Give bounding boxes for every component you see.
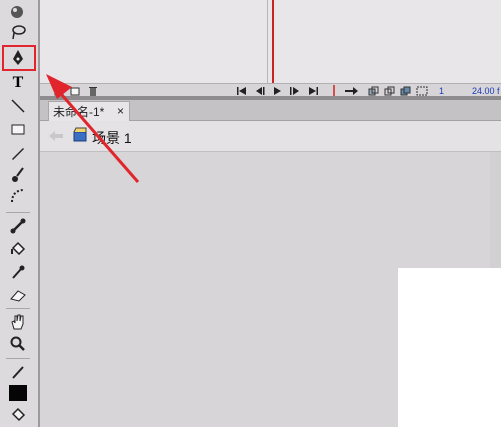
brush-icon[interactable] [7, 165, 29, 185]
deco-icon[interactable] [7, 186, 29, 206]
pen-tool-highlight [2, 45, 36, 71]
eraser-icon[interactable] [7, 285, 29, 305]
fill-color-icon[interactable] [7, 383, 29, 403]
document-tab-title: 未命名-1* [53, 105, 105, 119]
edit-bar: 场景 1 [40, 121, 501, 152]
hand-icon[interactable] [7, 312, 29, 332]
tools-panel: T [0, 0, 40, 427]
zoom-icon[interactable] [7, 334, 29, 354]
playhead[interactable] [272, 0, 274, 84]
bone-icon[interactable] [7, 216, 29, 236]
scene-label[interactable]: 场景 1 [92, 128, 132, 148]
eyedropper-icon[interactable] [7, 262, 29, 282]
rectangle-icon[interactable] [7, 119, 29, 139]
pencil-icon[interactable] [7, 143, 29, 163]
text-icon[interactable]: T [7, 73, 29, 93]
timeline-panel: 1 24.00 f [40, 0, 501, 97]
line-icon[interactable] [7, 96, 29, 116]
document-tab[interactable]: 未命名-1* × [48, 101, 130, 121]
back-arrow-icon[interactable] [48, 129, 64, 147]
lasso-icon[interactable] [7, 22, 29, 42]
scene-icon [72, 127, 88, 148]
swap-colors-icon[interactable] [7, 405, 29, 425]
subselection-icon[interactable] [7, 2, 29, 22]
stroke-color-icon[interactable] [7, 362, 29, 382]
stage-scrollbar[interactable] [490, 152, 501, 268]
paint-bucket-icon[interactable] [7, 239, 29, 259]
stage-canvas[interactable] [398, 268, 501, 427]
document-tabbar: 未命名-1* × [40, 100, 501, 121]
timeline-controls: 1 24.00 f [40, 83, 501, 97]
close-tab-icon[interactable]: × [117, 104, 124, 118]
